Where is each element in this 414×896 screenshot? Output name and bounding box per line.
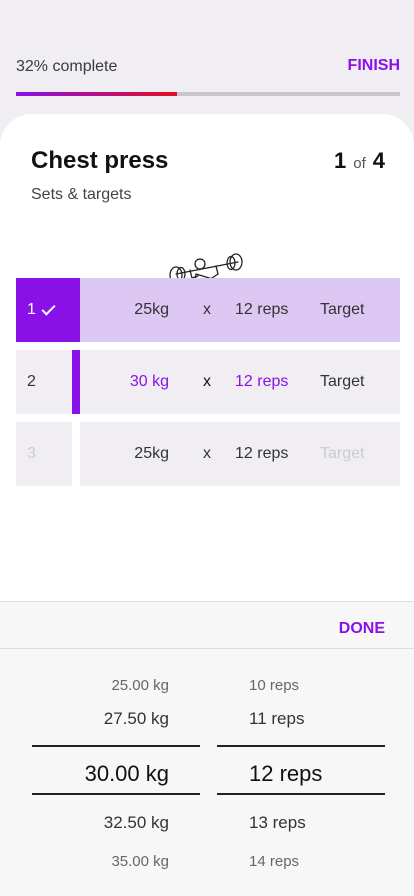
set-times-2: x [203,373,211,390]
picker-toolbar: DONE [0,602,414,649]
set-reps-3[interactable]: 12 reps [235,422,288,486]
set-target-3[interactable]: Target [320,422,364,486]
set-row-2[interactable]: 2 30 kg x 12 reps Target [16,350,400,414]
done-button[interactable]: DONE [339,620,385,638]
reps-option[interactable]: 10 reps [249,677,299,694]
set-number-1: 1 [27,301,36,318]
check-icon [41,300,56,316]
reps-picker-wheel[interactable]: 10 reps 11 reps 12 reps 13 reps 14 reps [217,649,385,896]
selection-divider [217,793,385,795]
weight-option[interactable]: 32.50 kg [104,813,169,833]
reps-option[interactable]: 14 reps [249,853,299,870]
set-number-3: 3 [27,445,36,462]
exercise-subtitle: Sets & targets [31,186,132,203]
weight-option[interactable]: 35.00 kg [111,853,169,870]
finish-button[interactable]: FINISH [348,57,400,75]
weight-picker-wheel[interactable]: 25.00 kg 27.50 kg 30.00 kg 32.50 kg 35.0… [32,649,200,896]
weight-option[interactable]: 25.00 kg [111,677,169,694]
exercise-total: 4 [372,148,385,173]
progress-bar-fill [16,92,178,96]
weight-option[interactable]: 27.50 kg [104,709,169,729]
set-target-2[interactable]: Target [320,350,364,414]
exercise-current: 1 [333,148,347,173]
value-picker-sheet: DONE 25.00 kg 27.50 kg 30.00 kg 32.50 kg… [0,601,414,896]
set-reps-2[interactable]: 12 reps [235,350,288,414]
selection-divider [32,745,200,747]
set-weight-3[interactable]: 25kg [134,422,169,486]
set-body-2: 30 kg x 12 reps Target [80,350,400,414]
exercise-title: Chest press [31,147,169,174]
set-number-2: 2 [27,373,36,390]
set-row-3[interactable]: 3 25kg x 12 reps Target [16,422,400,488]
reps-option[interactable]: 11 reps [249,709,304,729]
set-times-3: x [203,445,211,462]
exercise-counter: 1 of 4 [334,148,385,174]
reps-option[interactable]: 13 reps [249,813,306,833]
set-weight-2[interactable]: 30 kg [130,350,169,414]
weight-option-selected[interactable]: 30.00 kg [85,761,169,787]
set-body-3: 25kg x 12 reps Target [80,422,400,486]
exercise-of-label: of [353,155,366,172]
selection-divider [32,793,200,795]
set-target-1[interactable]: Target [320,278,364,342]
set-number-box-1: 1 [16,278,80,342]
set-row-1[interactable]: 1 25kg x 12 reps Target [16,278,400,342]
set-body-1: 25kg x 12 reps Target [80,278,400,342]
set-times-1: x [203,301,211,318]
reps-option-selected[interactable]: 12 reps [249,761,322,787]
progress-bar [16,92,400,96]
selection-divider [217,745,385,747]
set-reps-1[interactable]: 12 reps [235,278,288,342]
progress-header: 32% complete FINISH [16,56,400,80]
active-set-indicator [72,350,80,414]
set-number-box-3: 3 [16,422,72,486]
set-weight-1[interactable]: 25kg [134,278,169,342]
set-number-box-2: 2 [16,350,80,414]
progress-text: 32% complete [16,58,118,75]
